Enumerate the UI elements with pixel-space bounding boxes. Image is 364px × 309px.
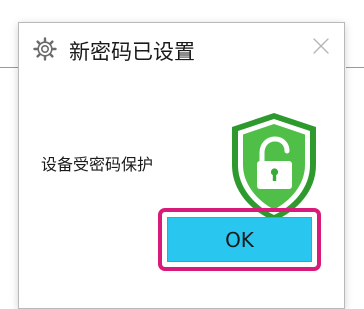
close-button[interactable]: [306, 33, 336, 63]
gear-icon: [33, 37, 57, 61]
dialog-title: 新密码已设置: [69, 40, 195, 64]
dialog-message: 设备受密码保护: [41, 155, 154, 174]
background-window: [0, 0, 364, 22]
shield-unlocked-icon: [224, 111, 324, 223]
dialog-titlebar: 新密码已设置: [19, 23, 344, 79]
ok-button[interactable]: OK: [167, 217, 312, 262]
close-icon: [311, 36, 331, 60]
background-divider: [0, 67, 18, 68]
screen: 新密码已设置 设备受密码保护 OK: [0, 0, 364, 309]
background-divider: [346, 67, 364, 68]
